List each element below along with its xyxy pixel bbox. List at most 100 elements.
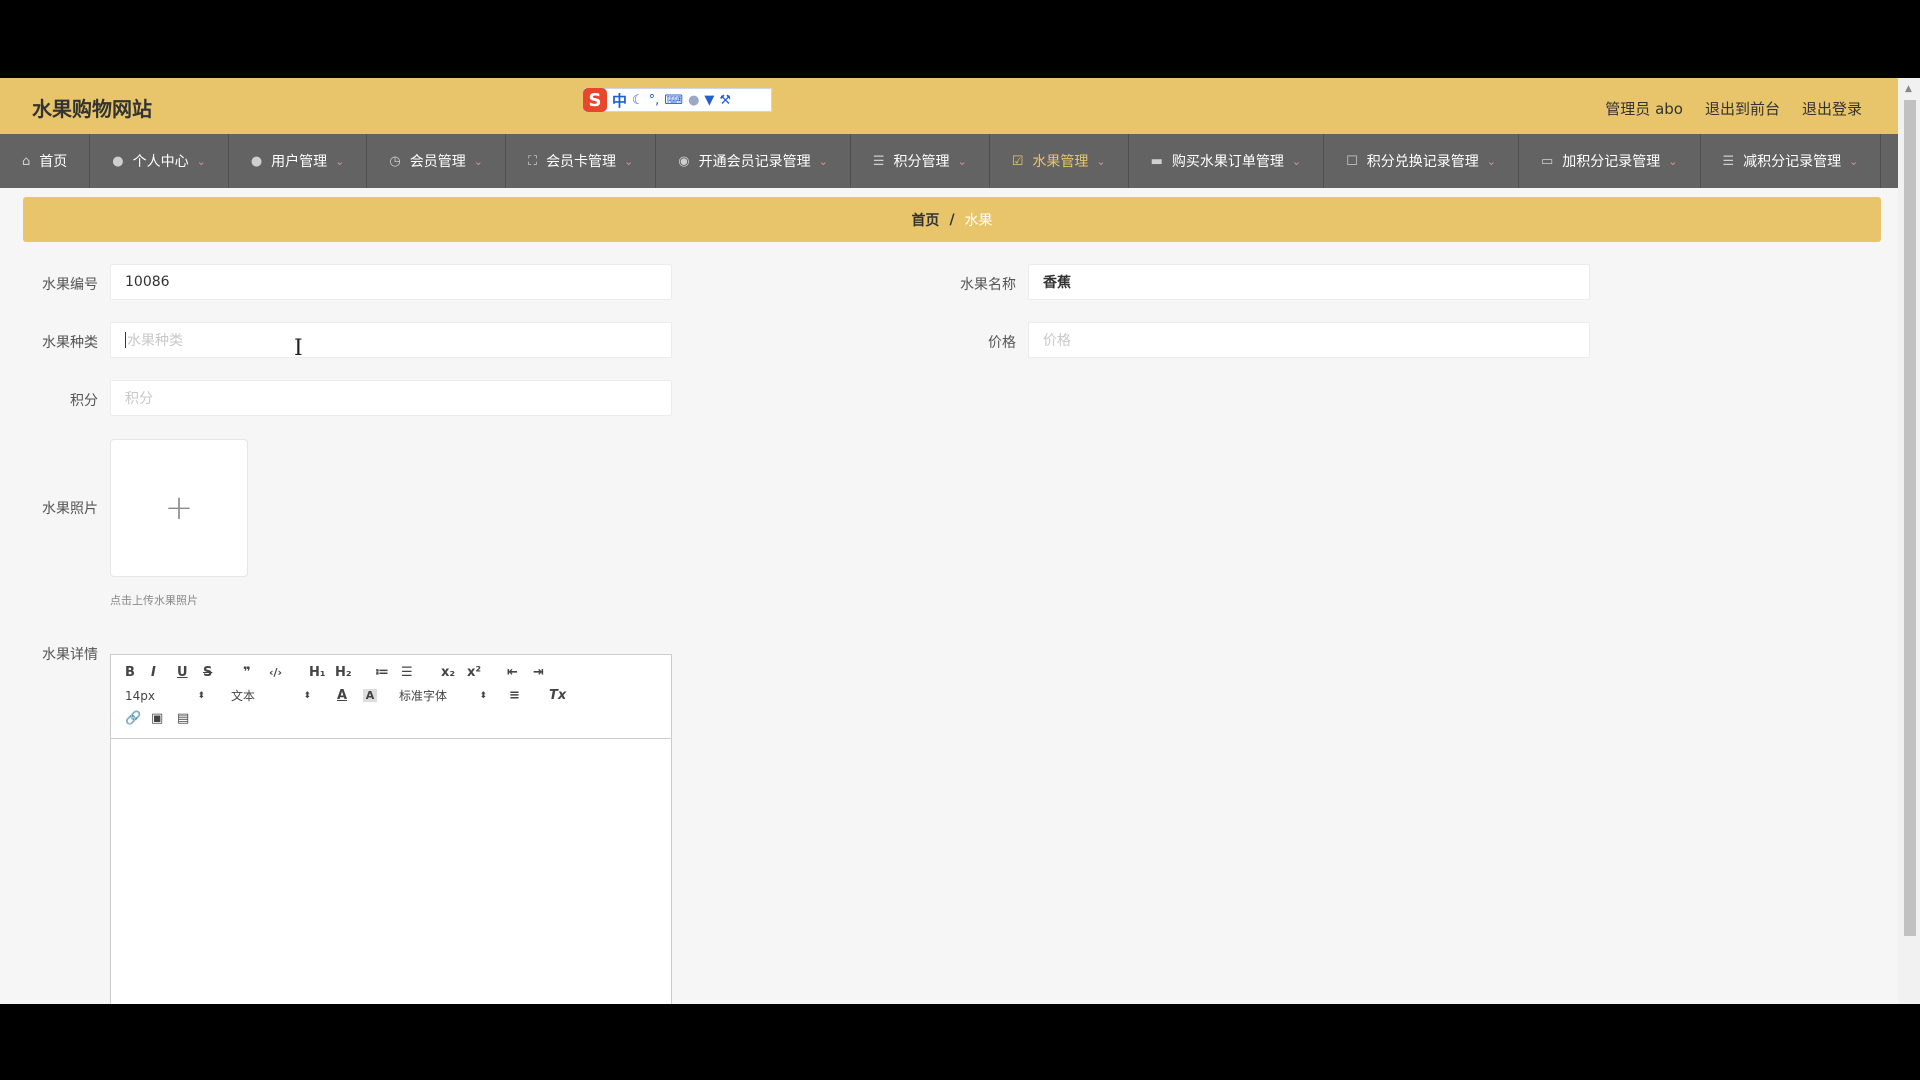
underline-button[interactable]: U (177, 665, 199, 680)
user-icon[interactable]: ● (688, 93, 699, 108)
user-icon: ● (112, 153, 124, 169)
nav-item-personal-center[interactable]: ● 个人中心 ⌄ (90, 134, 229, 188)
header1-button[interactable]: H₁ (309, 665, 331, 680)
ime-mode-toggle[interactable]: 中 (612, 90, 627, 111)
main-nav: ⌂ 首页 ● 个人中心 ⌄ ● 用户管理 ⌄ ◷ 会员管理 ⌄ ⛶ 会员卡管理 … (0, 134, 1898, 188)
header2-button[interactable]: H₂ (335, 665, 357, 680)
nav-item-member-management[interactable]: ◷ 会员管理 ⌄ (367, 134, 506, 188)
nav-item-label: 水果管理 (1032, 154, 1089, 170)
subscript-button[interactable]: x₂ (441, 665, 463, 680)
nav-item-label: 购买水果订单管理 (1171, 154, 1284, 170)
nav-item-add-points-management[interactable]: ▭ 加积分记录管理 ⌄ (1519, 134, 1701, 188)
moon-icon[interactable]: ☾ (632, 93, 644, 108)
nav-item-member-card-management[interactable]: ⛶ 会员卡管理 ⌄ (506, 134, 657, 188)
nav-item-label: 减积分记录管理 (1743, 154, 1842, 170)
nav-item-label: 首页 (39, 154, 68, 170)
photo-upload-hint: 点击上传水果照片 (110, 594, 198, 607)
chevron-down-icon: ⌄ (1849, 154, 1859, 168)
fruit-id-input[interactable]: 10086 (110, 264, 672, 300)
exit-to-front-link[interactable]: 退出到前台 (1705, 98, 1780, 119)
nav-item-label: 开通会员记录管理 (698, 154, 811, 170)
background-color-button[interactable]: A (363, 689, 377, 702)
shirt-icon[interactable]: ▼ (704, 93, 714, 108)
scrollbar-thumb[interactable] (1904, 100, 1916, 936)
strike-button[interactable]: S (203, 665, 225, 680)
chevron-down-icon: ⌄ (196, 154, 206, 168)
top-bar: 水果购物网站 S 中 ☾ °, ⌨ ● ▼ ⚒ 管理员 abo 退出到前台 退出… (0, 78, 1898, 134)
font-family-value: 标准字体 (399, 689, 448, 703)
wrench-icon[interactable]: ⚒ (719, 93, 731, 108)
outdent-button[interactable]: ⇤ (507, 665, 529, 680)
indent-button[interactable]: ⇥ (533, 665, 555, 680)
bullet-list-button[interactable]: ☰ (401, 665, 423, 680)
chevron-down-icon: ⌄ (818, 154, 828, 168)
logout-link[interactable]: 退出登录 (1802, 98, 1862, 119)
price-input[interactable]: 价格 (1028, 322, 1590, 358)
punctuation-icon[interactable]: °, (649, 93, 660, 108)
code-block-button[interactable]: ‹/› (269, 666, 291, 679)
clear-format-button[interactable]: Tx (549, 688, 571, 703)
chevron-down-icon: ⌄ (957, 154, 967, 168)
nav-item-home[interactable]: ⌂ 首页 (0, 134, 91, 188)
header-value: 文本 (231, 689, 256, 703)
nav-item-fruit-management[interactable]: ☑ 水果管理 ⌄ (990, 134, 1129, 188)
breadcrumb-home[interactable]: 首页 (911, 210, 939, 230)
nav-item-fruit-order-management[interactable]: ▬ 购买水果订单管理 ⌄ (1129, 134, 1325, 188)
italic-button[interactable]: I (151, 665, 173, 680)
breadcrumb-separator: / (949, 211, 955, 228)
image-icon[interactable]: ▣ (151, 711, 173, 726)
fruit-id-label: 水果编号 (42, 277, 98, 293)
photo-upload-box[interactable]: + (110, 439, 248, 577)
chevron-down-icon: ⌄ (1096, 154, 1106, 168)
nav-item-points-management[interactable]: ☰ 积分管理 ⌄ (851, 134, 990, 188)
nav-item-reduce-points-management[interactable]: ☰ 减积分记录管理 ⌄ (1701, 134, 1882, 188)
nav-item-user-management[interactable]: ● 用户管理 ⌄ (229, 134, 368, 188)
chevron-down-icon: ⌄ (335, 154, 345, 168)
home-icon: ⌂ (22, 153, 31, 169)
fruit-name-input[interactable]: 香蕉 (1028, 264, 1590, 300)
scroll-up-icon[interactable]: ▲ (1905, 84, 1912, 94)
font-size-select[interactable]: 14px ⬍ (125, 689, 205, 703)
details-label: 水果详情 (42, 647, 98, 663)
fruit-type-input[interactable]: 水果种类 (110, 322, 672, 358)
header-select[interactable]: 文本 ⬍ (231, 687, 311, 704)
photo-label: 水果照片 (42, 501, 98, 517)
menu-icon: ☰ (872, 153, 885, 169)
toolbar-row-2: 14px ⬍ 文本 ⬍ A A 标准字体 ⬍ ≡ Tx (125, 687, 575, 704)
ordered-list-button[interactable]: ≔ (375, 665, 397, 680)
nav-item-label: 积分管理 (893, 154, 950, 170)
nav-item-label: 加积分记录管理 (1562, 154, 1661, 170)
font-family-select[interactable]: 标准字体 ⬍ (399, 687, 487, 704)
nav-item-label: 用户管理 (271, 154, 328, 170)
nav-item-label: 会员卡管理 (546, 154, 617, 170)
bold-button[interactable]: B (125, 665, 147, 680)
breadcrumb-current: 水果 (964, 212, 993, 229)
nav-item-label: 积分兑换记录管理 (1366, 154, 1479, 170)
keyboard-icon[interactable]: ⌨ (664, 93, 683, 108)
sort-icon: ⬍ (303, 690, 311, 701)
video-icon[interactable]: ▤ (177, 711, 199, 726)
sogou-logo-icon[interactable]: S (583, 88, 607, 112)
top-links: 管理员 abo 退出到前台 退出登录 (1605, 98, 1862, 119)
admin-label: 管理员 abo (1605, 100, 1683, 118)
user-icon: ● (250, 153, 263, 169)
nav-item-points-exchange-management[interactable]: ☐ 积分兑换记录管理 ⌄ (1324, 134, 1519, 188)
fruit-name-label: 水果名称 (960, 277, 1016, 293)
nav-item-membership-record-management[interactable]: ◉ 开通会员记录管理 ⌄ (656, 134, 851, 188)
page-scrollbar[interactable]: ▲ (1898, 78, 1920, 1004)
blockquote-button[interactable]: ❞ (243, 665, 265, 680)
align-button[interactable]: ≡ (509, 688, 531, 703)
toolbar-row-1: B I U S ❞ ‹/› H₁ H₂ ≔ ☰ x₂ x² ⇤ ⇥ (125, 665, 559, 680)
superscript-button[interactable]: x² (467, 665, 489, 680)
sort-icon: ⬍ (479, 690, 487, 701)
ime-toolbar[interactable]: S 中 ☾ °, ⌨ ● ▼ ⚒ (583, 88, 772, 112)
editor-content-area[interactable] (111, 739, 671, 1004)
link-icon[interactable]: 🔗 (125, 711, 147, 726)
fruit-type-placeholder: 水果种类 (127, 333, 183, 349)
chart-icon: ☐ (1346, 153, 1358, 169)
mouse-cursor-ibeam: I (294, 336, 303, 361)
breadcrumb: 首页 / 水果 (23, 197, 1881, 242)
toolbar-row-3: 🔗 ▣ ▤ (125, 711, 203, 726)
points-input[interactable]: 积分 (110, 380, 672, 416)
text-color-button[interactable]: A (337, 688, 359, 703)
